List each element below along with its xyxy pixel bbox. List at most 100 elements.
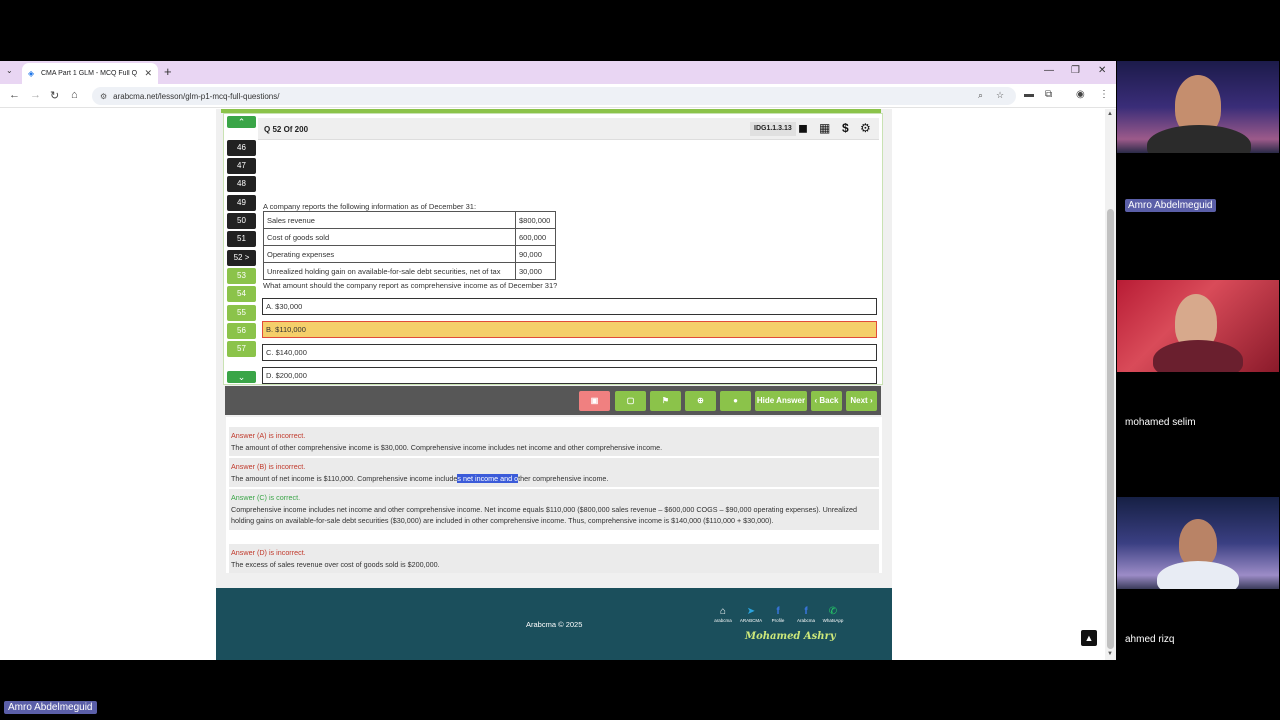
answer-explanations: Answer (A) is incorrect. The amount of o… <box>226 417 882 573</box>
answer-d-heading: Answer (D) is incorrect. <box>231 548 306 557</box>
answer-c-heading: Answer (C) is correct. <box>231 493 301 502</box>
copyright-text: Arabcma © 2025 <box>526 620 583 629</box>
question-number[interactable]: 50 <box>227 213 256 229</box>
restore-icon[interactable]: ❐ <box>1071 65 1080 76</box>
option-d[interactable]: D. $200,000 <box>262 367 877 384</box>
profile-avatar-icon[interactable]: ◉ <box>1076 89 1085 100</box>
social-link-profile[interactable]: f Profile <box>766 606 790 624</box>
favicon-icon: ◈ <box>28 68 35 78</box>
extensions-puzzle-icon[interactable]: ⧉ <box>1045 89 1052 100</box>
answer-b-explanation: Answer (B) is incorrect. The amount of n… <box>229 458 879 487</box>
browser-toolbar: ← → ↻ ⌂ ⚙ arabcma.net/lesson/glm-p1-mcq-… <box>0 84 1116 108</box>
participant-video <box>1117 497 1279 589</box>
back-to-top-icon[interactable]: ▲ <box>1081 630 1097 646</box>
social-label: Arabcma <box>796 618 815 623</box>
scroll-down-arrow-icon[interactable]: ▼ <box>1107 651 1113 657</box>
forward-icon[interactable]: → <box>30 89 41 101</box>
social-label: WhatsApp <box>822 618 844 623</box>
browser-window: ⌄ ◈ CMA Part 1 GLM - MCQ Full Q ✕ + — ❐ … <box>0 61 1116 660</box>
social-label: Profile <box>771 618 785 623</box>
question-number[interactable]: 53 <box>227 268 256 284</box>
settings-gear-icon[interactable]: ⚙ <box>860 121 871 135</box>
tab-search-icon[interactable]: ⌄ <box>6 66 13 75</box>
question-number[interactable]: 46 <box>227 140 256 156</box>
home-icon[interactable]: ⌂ <box>71 89 78 101</box>
option-c[interactable]: C. $140,000 <box>262 344 877 361</box>
scroll-down-icon[interactable]: ⌄ <box>227 371 256 383</box>
calculator-icon[interactable]: ▦ <box>819 121 830 135</box>
plus-icon[interactable]: ⊕ <box>685 391 716 411</box>
social-link-whatsapp[interactable]: ✆ WhatsApp <box>821 606 845 624</box>
participant-figure <box>1147 125 1251 153</box>
extension-icon[interactable]: ▬ <box>1024 89 1034 100</box>
social-link-page[interactable]: f Arabcma <box>794 606 818 624</box>
participant-figure <box>1157 561 1239 589</box>
question-id: IDG1.1.3.13 <box>750 122 796 136</box>
question-intro: A company reports the following informat… <box>263 202 477 211</box>
table-cell: $800,000 <box>515 211 556 229</box>
question-number[interactable]: 48 <box>227 176 256 192</box>
question-navigator: ⌃ 46 47 48 49 50 51 52 > 53 54 55 56 57 … <box>227 116 256 384</box>
answer-d-explanation: Answer (D) is incorrect. The excess of s… <box>229 544 879 573</box>
facebook-icon: f <box>804 606 808 617</box>
table-cell: 600,000 <box>515 228 556 246</box>
save-icon[interactable]: ▣ <box>579 391 610 411</box>
social-label: arabcma <box>714 618 732 623</box>
facebook-icon: f <box>776 606 780 617</box>
answer-a-explanation: Answer (A) is incorrect. The amount of o… <box>229 427 879 456</box>
active-tab[interactable]: ◈ CMA Part 1 GLM - MCQ Full Q ✕ <box>22 63 158 84</box>
option-b-selected[interactable]: B. $110,000 <box>262 321 877 338</box>
notes-icon[interactable]: ▢ <box>615 391 646 411</box>
site-info-icon[interactable]: ⚙ <box>100 92 107 101</box>
question-number[interactable]: 47 <box>227 158 256 174</box>
scrollbar-thumb[interactable] <box>1107 209 1114 649</box>
home-icon: ⌂ <box>719 606 727 617</box>
question-number[interactable]: 55 <box>227 305 256 321</box>
selected-text[interactable]: s net income and o <box>457 473 519 483</box>
bookmark-star-icon[interactable]: ☆ <box>996 90 1004 101</box>
tab-title: CMA Part 1 GLM - MCQ Full Q <box>41 70 138 77</box>
question-counter: Q 52 Of 200 <box>264 125 309 134</box>
question-number-current[interactable]: 52 > <box>227 250 256 266</box>
table-cell: 30,000 <box>515 262 556 280</box>
question-number[interactable]: 57 <box>227 341 256 357</box>
close-window-icon[interactable]: ✕ <box>1098 65 1106 76</box>
scroll-up-icon[interactable]: ⌃ <box>227 116 256 128</box>
back-button[interactable]: ‹ Back <box>811 391 842 411</box>
tab-bar: ⌄ ◈ CMA Part 1 GLM - MCQ Full Q ✕ + — ❐ … <box>0 61 1116 84</box>
social-link-home[interactable]: ⌂ arabcma <box>711 606 735 624</box>
participant-video <box>1117 61 1279 153</box>
close-tab-icon[interactable]: ✕ <box>144 68 152 79</box>
answer-b-text-part: The amount of net income is $110,000. Co… <box>231 473 458 483</box>
whatsapp-icon: ✆ <box>828 606 838 617</box>
comment-icon[interactable]: ● <box>720 391 751 411</box>
answer-c-text: Comprehensive income includes net income… <box>231 504 857 526</box>
telegram-icon: ➤ <box>746 606 756 617</box>
social-label: ARABCMA <box>739 618 763 623</box>
question-number[interactable]: 56 <box>227 323 256 339</box>
question-number[interactable]: 51 <box>227 231 256 247</box>
option-a[interactable]: A. $30,000 <box>262 298 877 315</box>
next-button[interactable]: Next › <box>846 391 877 411</box>
note-icon[interactable]: ◼ <box>798 121 808 135</box>
flag-icon[interactable]: ⚑ <box>650 391 681 411</box>
page-content: ⌃ 46 47 48 49 50 51 52 > 53 54 55 56 57 … <box>0 109 1116 660</box>
answer-d-text: The excess of sales revenue over cost of… <box>231 559 440 569</box>
table-row: Cost of goods sold 600,000 <box>263 228 556 246</box>
question-number[interactable]: 54 <box>227 286 256 302</box>
participant-name: mohamed selim <box>1125 417 1196 428</box>
back-icon[interactable]: ← <box>9 89 20 101</box>
question-number[interactable]: 49 <box>227 195 256 211</box>
zoom-icon[interactable]: ⌕ <box>978 90 983 101</box>
menu-kebab-icon[interactable]: ⋮ <box>1099 89 1109 100</box>
scroll-up-arrow-icon[interactable]: ▲ <box>1107 111 1113 117</box>
social-link-telegram[interactable]: ➤ ARABCMA <box>739 606 763 624</box>
hide-answer-button[interactable]: Hide Answer <box>755 391 807 411</box>
page-scrollbar[interactable]: ▲ ▼ <box>1105 109 1116 660</box>
new-tab-icon[interactable]: + <box>164 64 172 79</box>
minimize-icon[interactable]: — <box>1044 65 1054 76</box>
address-bar[interactable]: ⚙ arabcma.net/lesson/glm-p1-mcq-full-que… <box>92 87 1016 105</box>
author-signature: Mohamed Ashry <box>745 631 836 642</box>
dollar-icon[interactable]: $ <box>842 121 849 135</box>
reload-icon[interactable]: ↻ <box>50 89 59 102</box>
